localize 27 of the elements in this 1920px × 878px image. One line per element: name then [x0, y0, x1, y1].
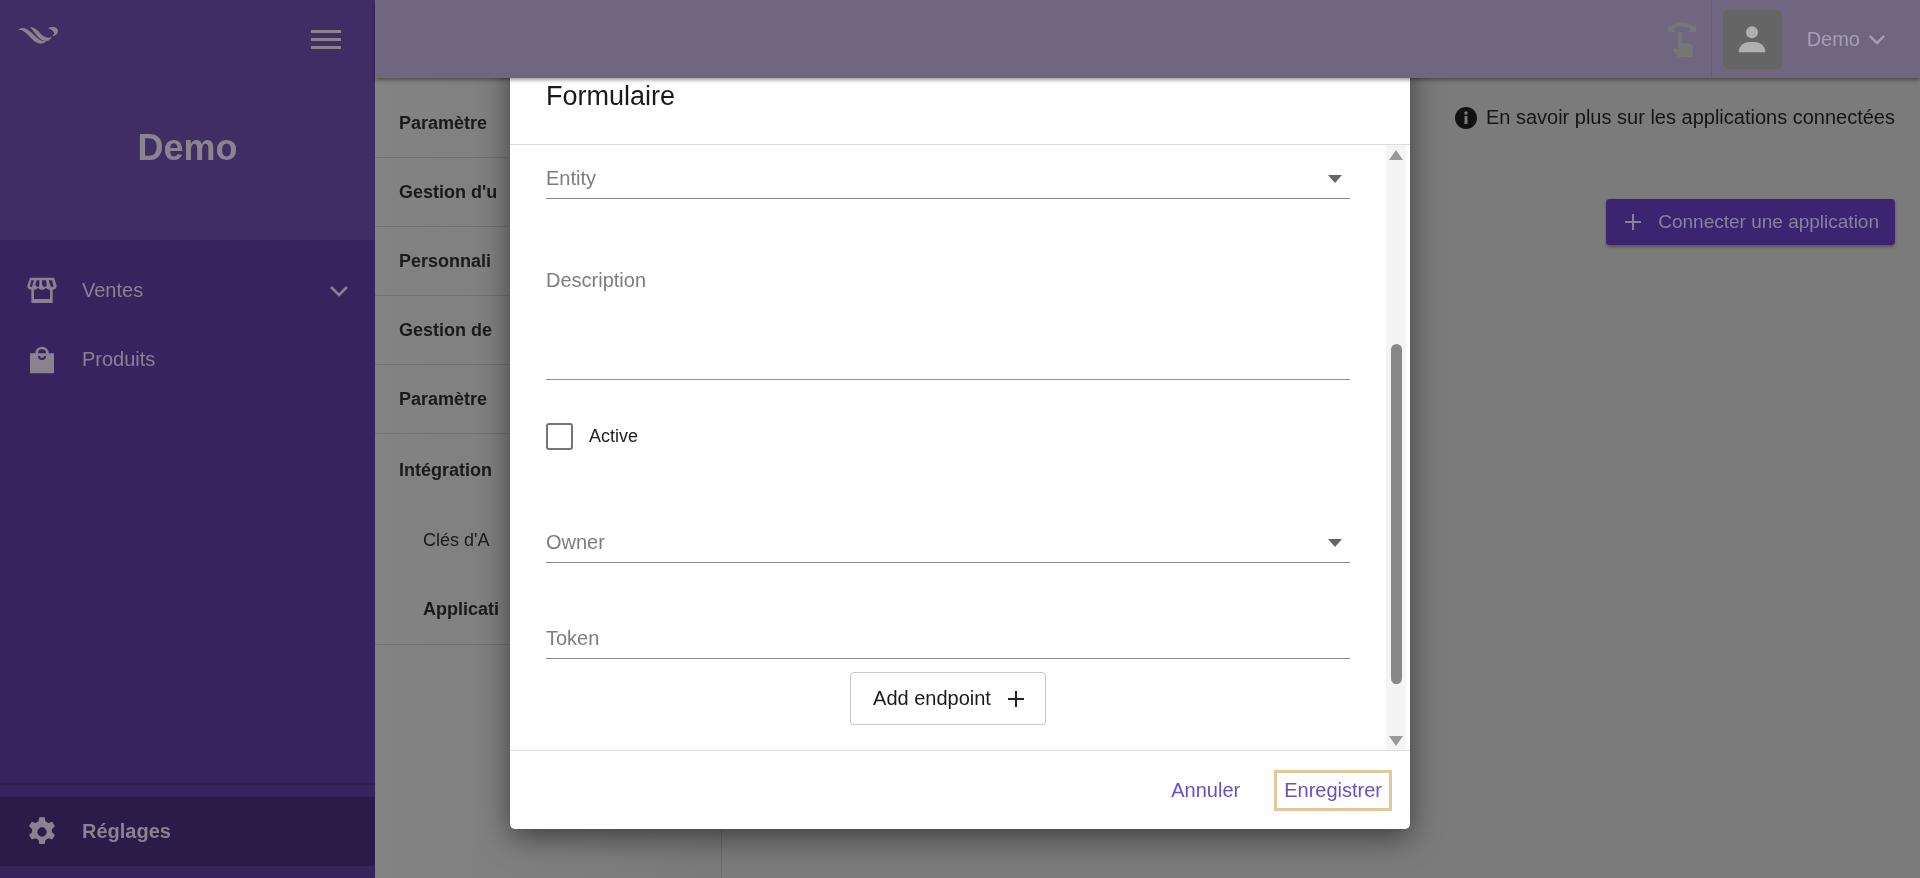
dialog-title: Formulaire	[546, 80, 676, 112]
plus-icon	[1624, 213, 1643, 231]
nav-item[interactable]: Ventes	[0, 256, 375, 325]
select-field[interactable]: Entity	[546, 158, 1350, 199]
menu-icon	[311, 28, 341, 50]
avatar[interactable]	[1722, 9, 1782, 69]
add-endpoint-button[interactable]: Add endpoint	[850, 672, 1046, 725]
info-icon	[1454, 106, 1477, 129]
scrollbar[interactable]	[1386, 145, 1406, 750]
brand-title: Demo	[137, 127, 238, 169]
scroll-up-icon[interactable]	[1389, 150, 1403, 160]
dropdown-caret-icon	[1328, 175, 1342, 183]
text-area[interactable]: Description	[546, 255, 1350, 380]
checkbox-label: Active	[589, 425, 639, 447]
checkbox[interactable]	[546, 422, 573, 450]
nav-item[interactable]: Produits	[0, 325, 375, 394]
dropdown-caret-icon	[1328, 539, 1342, 547]
plus-icon	[1006, 689, 1025, 708]
nav-item[interactable]: Réglages	[0, 797, 375, 866]
chevron-down-icon	[1868, 33, 1886, 45]
input-field[interactable]: Token	[546, 618, 1350, 659]
select-field[interactable]: Owner	[546, 522, 1350, 563]
dialog-action-button[interactable]: Annuler	[1161, 769, 1251, 811]
scroll-down-icon[interactable]	[1389, 736, 1403, 746]
dialog-action-button[interactable]: Enregistrer	[1274, 769, 1392, 811]
info-link[interactable]: En savoir plus sur les applications connectées	[1485, 106, 1895, 129]
connect-app-button[interactable]: Connecter une application	[1606, 199, 1895, 245]
